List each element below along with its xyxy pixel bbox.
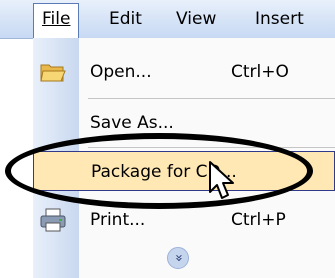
menu-file-label: File — [42, 9, 71, 29]
menu-insert-label: Insert — [255, 9, 304, 29]
menu-edit[interactable]: Edit — [101, 4, 150, 34]
menu-item-save-as-label: Save As... — [90, 113, 174, 133]
menu-item-print[interactable]: Print... Ctrl+P — [33, 200, 335, 240]
menu-item-open-label: Open... — [90, 62, 152, 82]
menu-view-label: View — [176, 9, 217, 29]
menu-item-open-shortcut: Ctrl+O — [231, 62, 289, 82]
mouse-pointer-icon — [209, 161, 234, 199]
menu-item-save-as[interactable]: Save As... — [33, 103, 335, 143]
menu-edit-label: Edit — [109, 9, 142, 29]
menu-insert[interactable]: Insert — [247, 4, 312, 34]
menu-view[interactable]: View — [168, 4, 224, 34]
menu-separator — [88, 147, 335, 148]
chevron-double-down-icon[interactable]: » — [167, 247, 189, 269]
menu-item-print-shortcut: Ctrl+P — [231, 210, 286, 230]
menu-item-print-label: Print... — [90, 210, 146, 230]
chevron-glyph: » — [171, 254, 186, 262]
menu-item-open[interactable]: Open... Ctrl+O — [33, 52, 335, 92]
menu-bar: File Edit View Insert — [0, 0, 335, 39]
menu-file[interactable]: File — [33, 3, 80, 38]
menu-item-package-for-cd[interactable]: Package for CD... — [33, 151, 335, 191]
menu-separator — [88, 98, 335, 99]
folder-open-icon — [40, 64, 66, 82]
printer-icon — [40, 208, 66, 232]
